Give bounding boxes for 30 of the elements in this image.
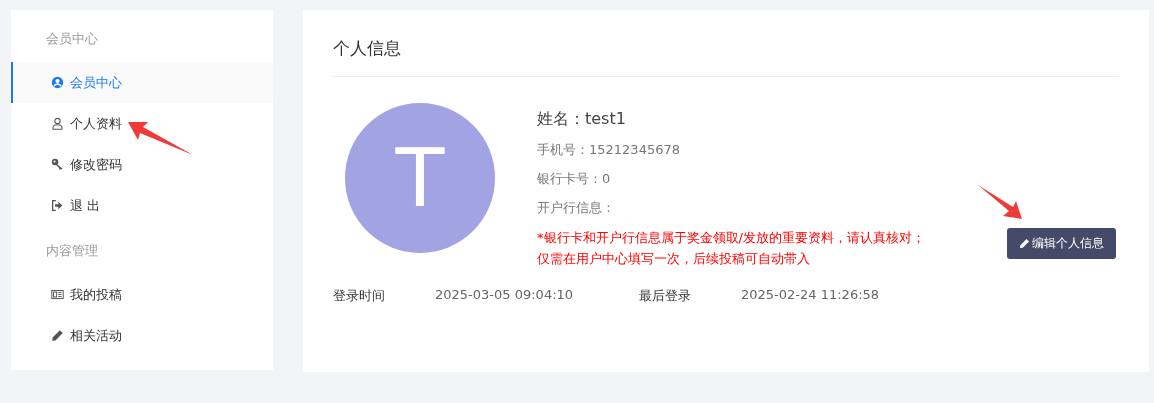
notice-text: *银行卡和开户行信息属于奖金领取/发放的重要资料，请认真核对； <box>537 229 926 247</box>
info-field: 开户行信息： <box>537 199 977 217</box>
logout-icon <box>51 199 64 212</box>
pencil-icon <box>1019 238 1030 249</box>
login-value: 2025-02-24 11:26:58 <box>741 287 881 304</box>
edit-profile-button[interactable]: 编辑个人信息 <box>1007 228 1116 259</box>
user-name: 姓名：test1 <box>537 109 627 130</box>
menu-heading: 内容管理 <box>45 242 99 260</box>
menu-heading: 会员中心 <box>45 30 99 48</box>
menu-item[interactable]: 我的投稿 <box>11 274 273 315</box>
menu-item[interactable]: 会员中心 <box>11 62 273 103</box>
newspaper-icon <box>51 288 64 301</box>
user-circle-icon <box>51 76 64 89</box>
info-field: 银行卡号：0 <box>537 170 977 188</box>
notice-text: 仅需在用户中心填写一次，后续投稿可自动带入 <box>537 250 811 268</box>
menu-item[interactable]: 修改密码 <box>11 144 273 185</box>
login-label: 最后登录 <box>639 287 692 305</box>
key-icon <box>51 158 64 171</box>
panel-title: 个人信息 <box>333 10 1119 77</box>
menu-item[interactable]: 个人资料 <box>11 103 273 144</box>
login-label: 登录时间 <box>333 287 386 305</box>
login-value: 2025-03-05 09:04:10 <box>435 287 575 304</box>
annotation-arrow <box>128 122 193 155</box>
pencil-icon <box>51 329 64 342</box>
user-icon <box>51 117 64 130</box>
annotation-arrow <box>978 185 1022 219</box>
avatar: T <box>345 103 495 253</box>
menu-item[interactable]: 相关活动 <box>11 315 273 356</box>
menu-item[interactable]: 退 出 <box>11 185 273 226</box>
info-field: 手机号：15212345678 <box>537 141 977 159</box>
